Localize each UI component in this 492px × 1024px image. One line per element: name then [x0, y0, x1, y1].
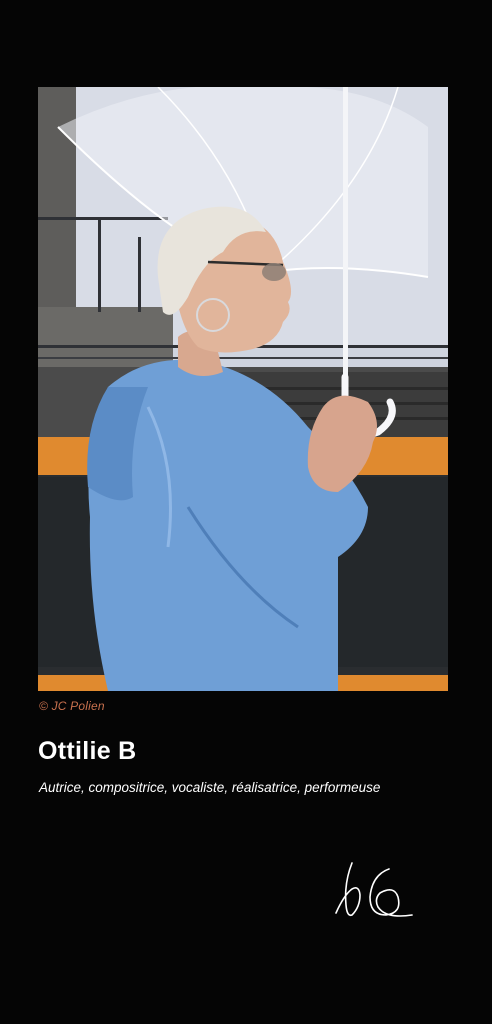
artist-photo	[38, 87, 448, 691]
photo-illustration	[38, 87, 448, 691]
handwritten-signature	[335, 862, 413, 917]
photo-credit: © JC Polien	[39, 699, 105, 713]
artist-name: Ottilie B	[38, 737, 137, 765]
artist-roles: Autrice, compositrice, vocaliste, réalis…	[39, 780, 381, 795]
